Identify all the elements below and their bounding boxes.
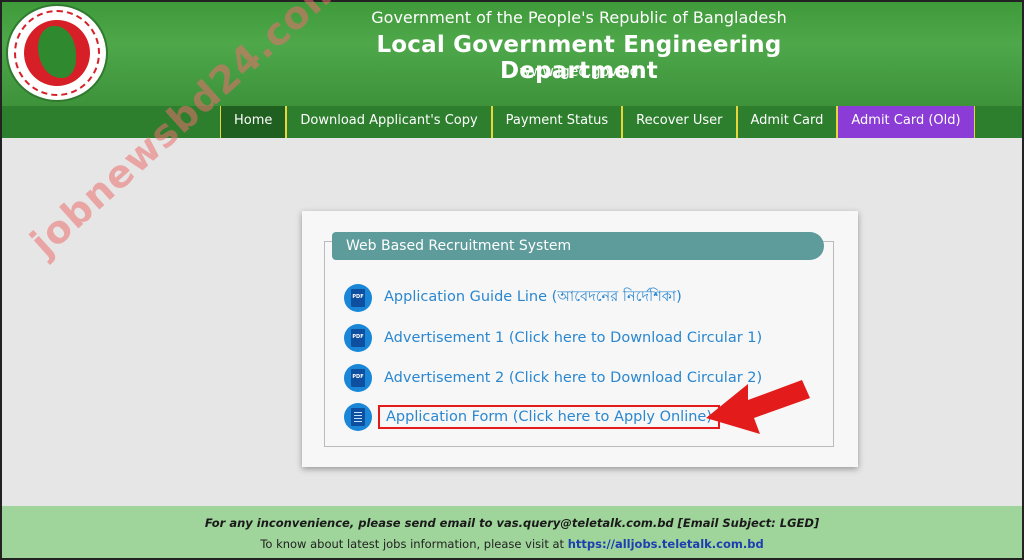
site-footer: For any inconvenience, please send email…	[2, 506, 1022, 558]
form-icon	[344, 403, 372, 431]
link-advertisement-2[interactable]: PDF Advertisement 2 (Click here to Downl…	[344, 363, 762, 393]
link-application-form[interactable]: Application Form (Click here to Apply On…	[344, 402, 721, 432]
nav-home[interactable]: Home	[220, 106, 287, 138]
link-advertisement-1-label[interactable]: Advertisement 1 (Click here to Download …	[384, 330, 762, 346]
link-advertisement-1[interactable]: PDF Advertisement 1 (Click here to Downl…	[344, 323, 762, 353]
nav-admit-card-old[interactable]: Admit Card (Old)	[837, 106, 975, 138]
header-government-line: Government of the People's Republic of B…	[371, 8, 787, 27]
pdf-icon: PDF	[344, 284, 372, 312]
link-guide-line[interactable]: PDF Application Guide Line (আবেদনের নির্…	[344, 283, 682, 313]
pdf-icon: PDF	[344, 364, 372, 392]
red-arrow-icon	[706, 380, 810, 434]
nav-recover-user[interactable]: Recover User	[622, 106, 737, 138]
footer-alljobs-link[interactable]: https://alljobs.teletalk.com.bd	[568, 537, 764, 551]
pdf-icon: PDF	[344, 324, 372, 352]
header-url[interactable]: www.lged.gov.bd	[322, 64, 836, 80]
link-application-form-label[interactable]: Application Form (Click here to Apply On…	[378, 405, 721, 429]
site-header: Government of the People's Republic of B…	[2, 2, 1022, 106]
footer-info-text: To know about latest jobs information, p…	[260, 537, 565, 551]
link-guide-line-label[interactable]: Application Guide Line (আবেদনের নির্দেশি…	[384, 286, 682, 310]
nav-admit-card[interactable]: Admit Card	[736, 106, 838, 138]
footer-info: To know about latest jobs information, p…	[2, 537, 1022, 551]
footer-contact: For any inconvenience, please send email…	[204, 516, 820, 530]
panel-legend: Web Based Recruitment System	[332, 232, 824, 260]
main-nav: Home Download Applicant's Copy Payment S…	[220, 106, 975, 138]
nav-download-applicant-copy[interactable]: Download Applicant's Copy	[286, 106, 492, 138]
nav-payment-status[interactable]: Payment Status	[491, 106, 623, 138]
government-seal-logo	[6, 4, 108, 102]
